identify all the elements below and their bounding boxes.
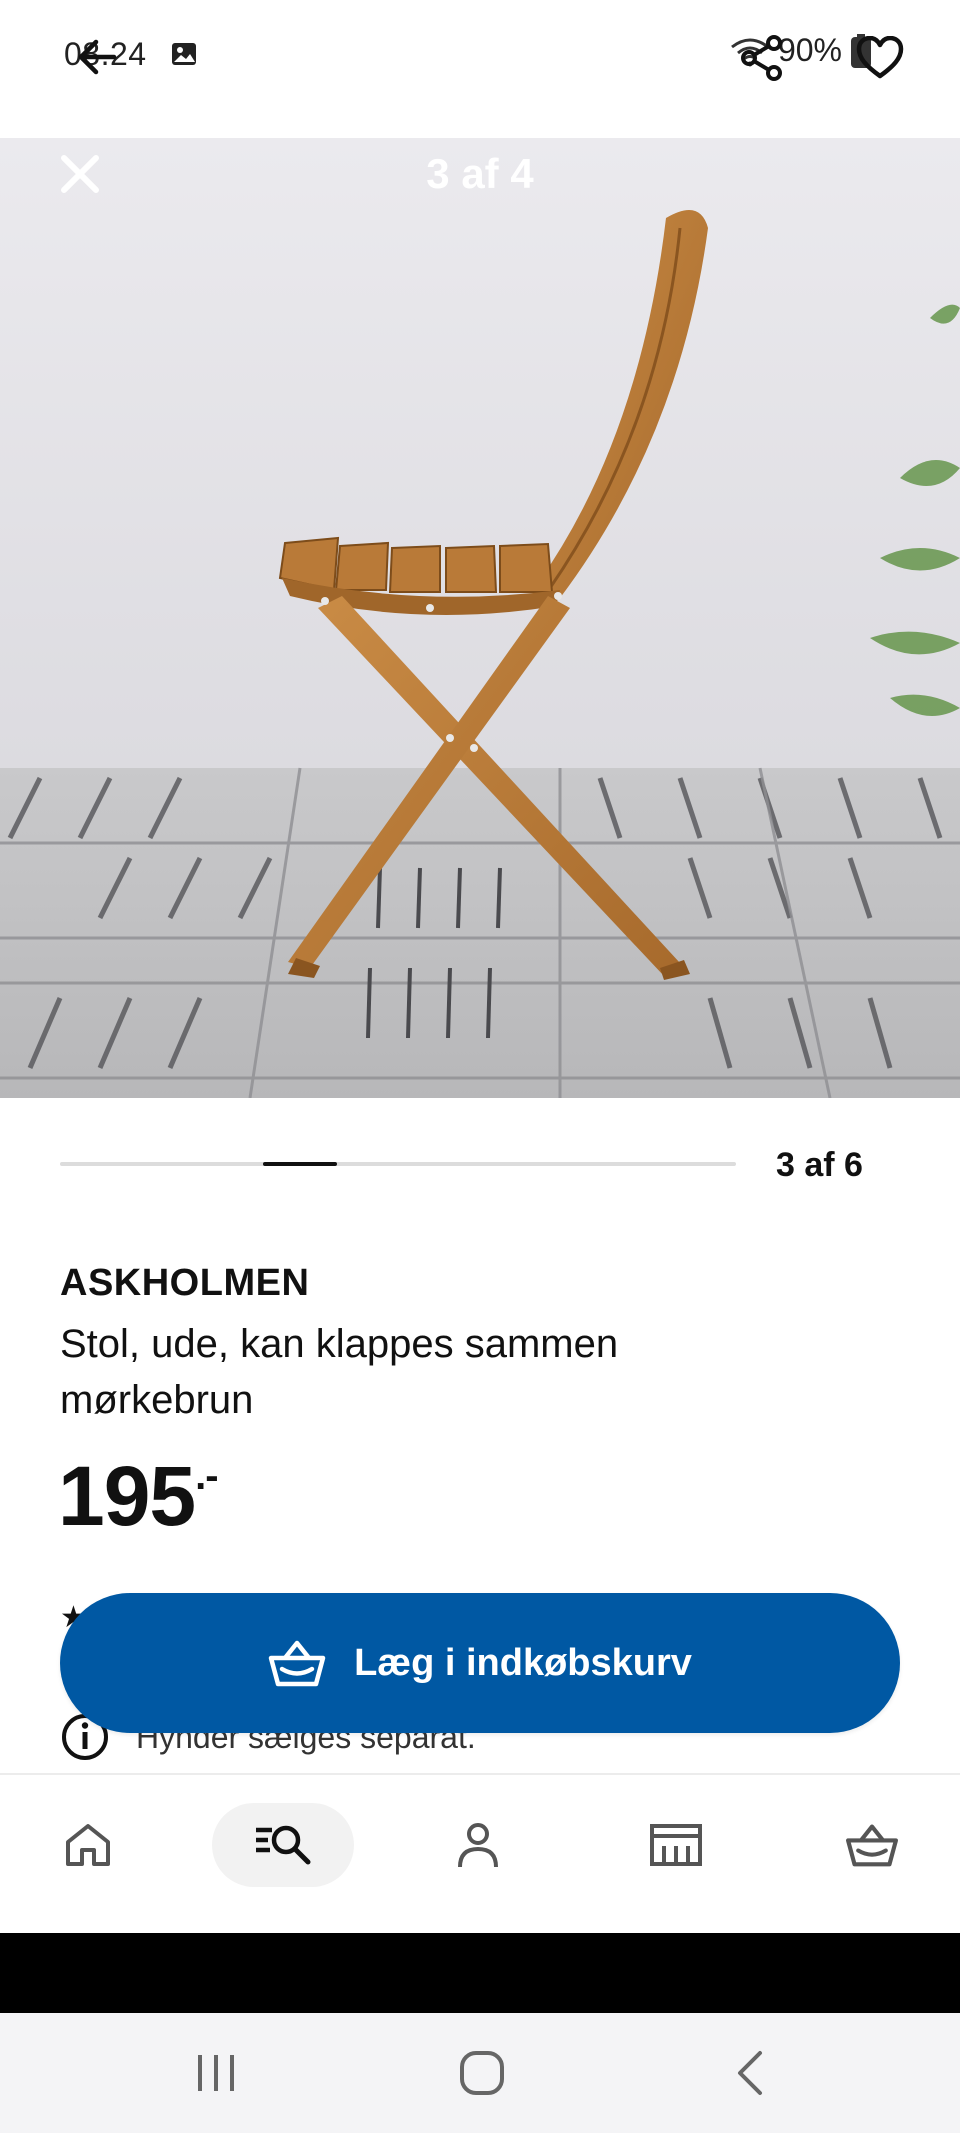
chair-photo <box>0 138 960 1098</box>
add-to-cart-button[interactable]: Læg i indkøbskurv <box>60 1593 900 1733</box>
price-suffix: .- <box>195 1454 218 1498</box>
carousel-progress-track[interactable] <box>60 1162 736 1166</box>
product-image[interactable] <box>0 138 960 1098</box>
product-price: 195.- <box>58 1448 219 1545</box>
product-name: ASKHOLMEN <box>60 1262 310 1304</box>
nav-home[interactable] <box>48 1803 128 1887</box>
person-icon <box>458 1823 498 1868</box>
status-bar: 08.24 90% <box>0 0 960 138</box>
basket-icon <box>846 1824 898 1867</box>
product-description-line2: mørkebrun <box>60 1378 254 1422</box>
nav-cart[interactable] <box>832 1803 912 1887</box>
add-to-cart-label: Læg i indkøbskurv <box>354 1641 692 1684</box>
shopping-basket-icon <box>268 1640 326 1687</box>
search-icon <box>256 1825 311 1865</box>
nav-profile[interactable] <box>438 1803 518 1887</box>
product-description: Stol, ude, kan klappes sammen mørkebrun <box>60 1316 618 1428</box>
carousel-position-label: 3 af 6 <box>776 1146 863 1184</box>
recent-apps-icon[interactable] <box>186 2047 246 2099</box>
price-value: 195 <box>58 1449 196 1543</box>
heart-icon[interactable] <box>856 36 904 80</box>
home-circle-icon[interactable] <box>452 2047 512 2099</box>
store-icon <box>650 1824 702 1866</box>
battery-level: 90% <box>777 32 842 68</box>
back-chevron-icon[interactable] <box>722 2047 782 2099</box>
gallery-icon <box>172 43 196 65</box>
carousel-progress-indicator <box>262 1162 338 1166</box>
gallery-counter: 3 af 4 <box>426 150 534 197</box>
nav-stores[interactable] <box>636 1803 716 1887</box>
product-description-line1: Stol, ude, kan klappes sammen <box>60 1322 619 1366</box>
back-arrow-icon[interactable] <box>74 34 120 80</box>
share-icon[interactable] <box>738 34 786 82</box>
system-divider-band <box>0 1933 960 2013</box>
nav-search[interactable] <box>212 1803 354 1887</box>
home-icon <box>66 1824 110 1866</box>
system-navigation-bar <box>0 2013 960 2133</box>
bottom-navigation <box>0 1773 960 1933</box>
